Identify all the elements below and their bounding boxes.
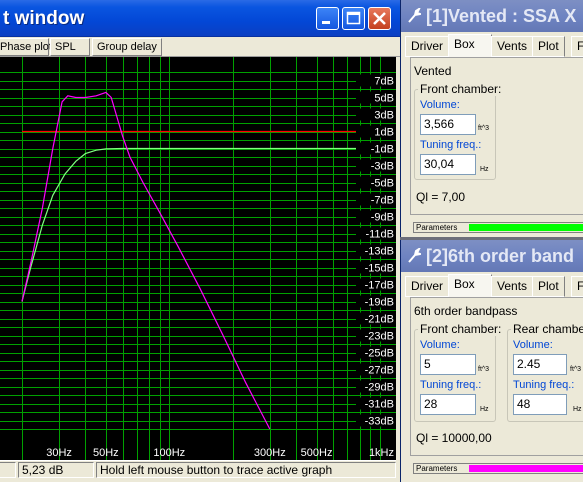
box2-tab-plot[interactable]: Plot [532,276,565,297]
x-tick-label: 30Hz [46,447,72,459]
tab-phase-plot[interactable]: Phase plot [0,38,52,56]
box2-rear-chamber-label: Rear chamber: [511,322,583,336]
close-button[interactable] [368,7,391,30]
box2-title: [2]6th order band [426,246,575,266]
box2-front-volume-label: Volume: [420,339,460,351]
status-panel-left [0,462,16,478]
wrench-icon [408,248,421,263]
tab-spl[interactable]: SPL [50,38,90,56]
wrench-icon [408,8,421,23]
minimize-button[interactable] [316,7,339,30]
tab-group-delay[interactable]: Group delay [92,38,162,56]
box1-type: Vented [414,64,452,78]
box1-parameters-label: Parameters [416,223,458,232]
box2-titlebar[interactable]: [2]6th order band [401,240,583,272]
status-hint: Hold left mouse button to trace active g… [96,462,396,478]
box1-panel: Vented Front chamber: Volume: 3,566 ft^3… [410,57,583,215]
y-tick-label: -21dB [365,314,394,326]
box2-type: 6th order bandpass [414,304,518,318]
x-tick-label: 1kHz [369,447,394,459]
box2-ql: Ql = 10000,00 [416,431,492,445]
box1-parameters-fill [469,224,583,231]
y-tick-label: 3dB [374,110,394,122]
y-tick-label: -5dB [371,178,394,190]
box2-parameters-fill [469,465,583,472]
response-graph[interactable]: 7dB 5dB 3dB 1dB -1dB -3dB -5dB -7dB -9dB -11dB -13… [0,57,396,460]
box2-front-tuning-unit: Hz [480,406,489,413]
box2-front-tuning-label: Tuning freq.: [420,379,482,391]
y-tick-label: -31dB [365,399,394,411]
close-icon [373,12,386,25]
box1-tuning-unit: Hz [480,166,489,173]
box2-rear-tuning-unit: Hz [573,406,582,413]
box2-rear-volume-label: Volume: [513,339,553,351]
box2-front-volume-field[interactable]: 5 [420,354,476,375]
y-tick-label: -13dB [365,246,394,258]
y-tick-label: -11dB [365,229,394,241]
box2-tab-more[interactable]: F [571,276,583,297]
x-tick-label: 500Hz [301,447,333,459]
minimize-icon [322,21,330,24]
box1-volume-unit: ft^3 [478,125,490,132]
box2-window: [2]6th order band Driver Box Vents Plot … [400,240,583,482]
box1-front-chamber-label: Front chamber: [418,82,504,96]
graph-tab-strip: Phase plot SPL Group delay [0,37,400,57]
box2-tab-box[interactable]: Box [448,274,492,298]
box1-parameters-bar[interactable]: Parameters [413,222,583,233]
box1-ql: Ql = 7,00 [416,190,466,204]
box1-titlebar[interactable]: [1]Vented : SSA X [401,0,583,32]
box1-tab-box[interactable]: Box [448,34,492,58]
box1-window: [1]Vented : SSA X Driver Box Vents Plot … [400,0,583,237]
box2-rear-volume-field[interactable]: 2.45 [513,354,567,375]
response-graph-svg: 7dB 5dB 3dB 1dB -1dB -3dB -5dB -7dB -9dB -11dB -13… [0,57,396,460]
x-tick-label: 100Hz [153,447,185,459]
box1-tuning-field[interactable]: 30,04 [420,154,476,175]
y-tick-label: -15dB [365,263,394,275]
box2-front-volume-unit: ft^3 [478,366,490,373]
box2-panel: 6th order bandpass Front chamber: Volume… [410,297,583,456]
graph-window: t window Phase plot SPL Group delay 7dB 5… [0,0,400,482]
box2-tab-vents[interactable]: Vents [491,276,534,297]
box1-volume-label: Volume: [420,99,460,111]
y-tick-label: 7dB [374,76,394,88]
x-tick-label: 300Hz [254,447,286,459]
y-tick-label: -27dB [365,365,394,377]
y-tick-label: -19dB [365,297,394,309]
graph-status-bar: 5,23 dB Hold left mouse button to trace … [0,460,396,478]
box2-rear-tuning-field[interactable]: 48 [513,394,567,415]
box2-parameters-bar[interactable]: Parameters [413,463,583,474]
box1-title: [1]Vented : SSA X [426,6,577,26]
y-tick-label: 5dB [374,93,394,105]
y-tick-label: -1dB [371,144,394,156]
box2-front-chamber-label: Front chamber: [418,322,504,336]
maximize-button[interactable] [342,7,365,30]
y-tick-label: -17dB [365,280,394,292]
box2-tab-driver[interactable]: Driver [405,276,449,297]
x-tick-label: 50Hz [93,447,119,459]
box1-tab-vents[interactable]: Vents [491,36,534,57]
box1-tuning-label: Tuning freq.: [420,139,482,151]
y-tick-label: -29dB [365,382,394,394]
y-tick-label: -9dB [371,212,394,224]
y-tick-label: 1dB [374,127,394,139]
box2-rear-tuning-label: Tuning freq.: [513,379,575,391]
maximize-icon [346,11,361,25]
y-tick-label: -3dB [371,161,394,173]
status-value: 5,23 dB [18,462,94,478]
y-tick-label: -25dB [365,348,394,360]
graph-window-title: t window [3,8,85,29]
box2-front-tuning-field[interactable]: 28 [420,394,476,415]
y-tick-label: -33dB [365,416,394,428]
box2-rear-volume-unit: ft^3 [570,366,582,373]
box2-parameters-label: Parameters [416,464,458,473]
box1-tab-driver[interactable]: Driver [405,36,449,57]
box1-volume-field[interactable]: 3,566 [420,114,476,135]
graph-titlebar[interactable]: t window [0,0,400,37]
y-tick-label: -7dB [371,195,394,207]
y-tick-label: -23dB [365,331,394,343]
box1-tab-plot[interactable]: Plot [532,36,565,57]
box1-tab-more[interactable]: F [571,36,583,57]
